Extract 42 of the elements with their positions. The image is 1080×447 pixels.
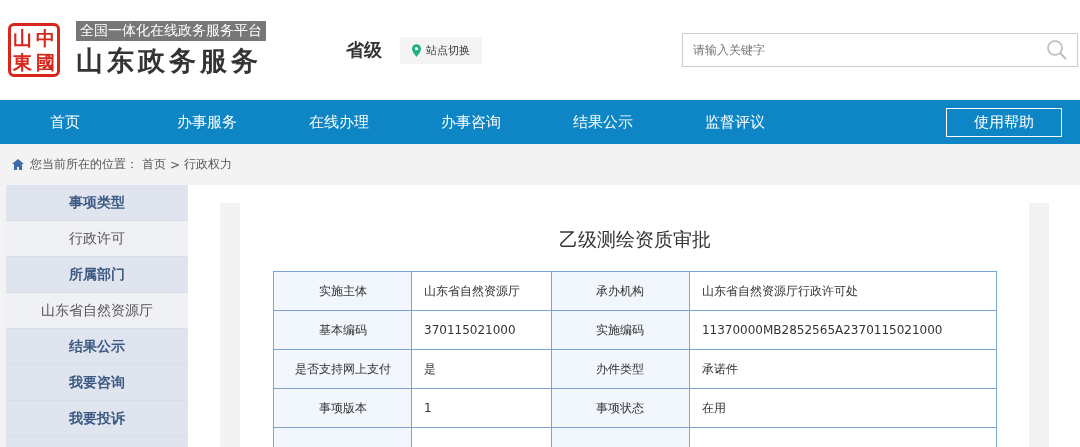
table-cell: 事项版本 [273,388,412,428]
sidebar-heading[interactable]: 结果公示 [6,329,188,365]
breadcrumb-separator: > [170,157,181,172]
table-cell: 事项状态 [551,388,690,428]
nav-tab[interactable]: 办事咨询 [421,112,553,132]
site-name: 山东政务服务 [76,44,263,78]
location-pin-icon [412,43,421,57]
table-cell: 11370000MB2852565A2370115021000 [689,310,997,350]
table-cell: 基本编码 [273,310,412,350]
seal-logo: 山 東 中 國 [8,23,60,77]
nav-tab[interactable]: 结果公示 [553,112,685,132]
platform-tagline: 全国一体化在线政务服务平台 [76,21,266,41]
table-cell: 370115021000 [411,310,552,350]
table-cell: 在用 [689,388,997,428]
table-cell: 实施编码 [551,310,690,350]
search-field[interactable]: 请输入关键字 [682,33,1078,67]
table-cell: 实施主体 [273,271,412,311]
table-cell: 是 [411,349,552,389]
table-cell: 1 [411,388,552,428]
sidebar-heading[interactable]: 我要咨询 [6,365,188,401]
breadcrumb-label: 您当前所在的位置： [30,156,138,173]
sidebar-heading[interactable]: 我要投诉 [6,401,188,437]
breadcrumb-link[interactable]: 首页 [142,156,166,173]
table-cell: 山东省自然资源厅行政许可处 [689,271,997,311]
nav-tab[interactable]: 监督评议 [685,112,817,132]
nav-tab[interactable]: 在线办理 [289,112,421,132]
table-cell: 是否支持网上支付 [273,349,412,389]
table-cell: 承办机构 [551,271,690,311]
table-cell: 办件类型 [551,349,690,389]
region-level: 省级 [346,38,382,62]
search-icon[interactable] [1046,39,1068,61]
table-cell: 承诺件 [689,349,997,389]
sidebar-heading[interactable]: 事项类型 [6,185,188,221]
item-title: 乙级测绘资质审批 [557,227,712,252]
help-button[interactable]: 使用帮助 [946,107,1062,137]
home-icon [12,159,24,170]
nav-tab[interactable]: 办事服务 [157,112,289,132]
site-switch-button[interactable]: 站点切换 [400,36,482,64]
nav-tab[interactable]: 首页 [30,112,157,132]
sidebar-heading[interactable]: 所属部门 [6,257,188,293]
table-cell: 山东省自然资源厅 [411,271,552,311]
breadcrumb-link[interactable]: 行政权力 [184,156,233,173]
